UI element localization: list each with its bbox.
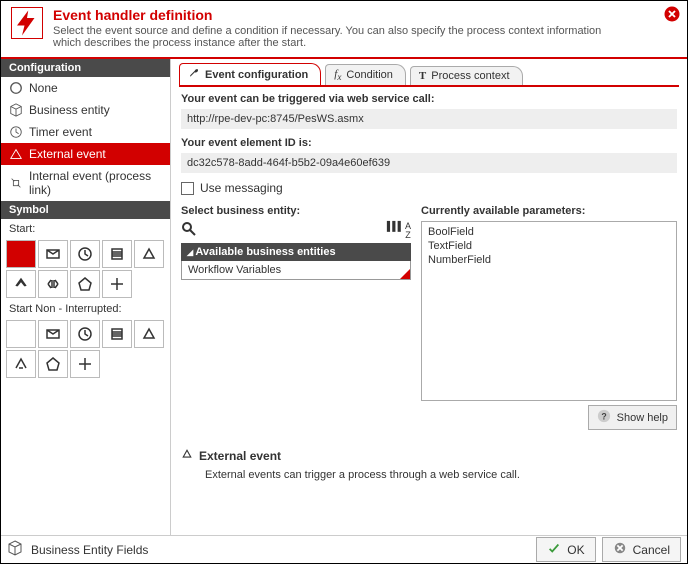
use-messaging-checkbox[interactable] (181, 182, 194, 195)
sidebar-item-label: Internal event (process link) (29, 169, 162, 197)
tab-bar: Event configuration fx Condition T Proce… (179, 63, 679, 87)
sidebar-item-label: Timer event (29, 125, 92, 139)
symbol-signal[interactable] (134, 240, 164, 268)
param-item[interactable]: BoolField (428, 226, 670, 238)
symbol-escalation[interactable] (102, 270, 132, 298)
show-help-button[interactable]: ? Show help (588, 405, 677, 430)
symbol-ni-conditional[interactable] (102, 320, 132, 348)
symbol-ni-plain[interactable] (6, 320, 36, 348)
entity-item-workflow-variables[interactable]: Workflow Variables (181, 261, 411, 280)
search-icon[interactable] (181, 221, 197, 240)
param-item[interactable]: NumberField (428, 254, 670, 266)
sidebar-item-label: Business entity (29, 103, 110, 117)
start-non-interrupted-label: Start Non - Interrupted: (1, 299, 170, 319)
footer-left-label[interactable]: Business Entity Fields (31, 543, 148, 557)
symbol-ni-signal[interactable] (134, 320, 164, 348)
sidebar-item-timer-event[interactable]: Timer event (1, 121, 170, 143)
symbol-ni-message[interactable] (38, 320, 68, 348)
tab-label: Process context (431, 70, 509, 82)
use-messaging-row[interactable]: Use messaging (181, 181, 677, 195)
symbol-timer[interactable] (70, 240, 100, 268)
fx-icon: fx (334, 68, 341, 82)
triangle-icon (9, 147, 23, 161)
ok-label: OK (567, 543, 584, 557)
ok-button[interactable]: OK (536, 537, 595, 562)
az-filter-icon[interactable]: AZ (405, 222, 411, 240)
param-item[interactable]: TextField (428, 240, 670, 252)
svg-text:?: ? (601, 412, 606, 422)
dialog-title: Event handler definition (53, 7, 677, 23)
params-listbox[interactable]: BoolField TextField NumberField (421, 221, 677, 401)
cancel-icon (613, 541, 627, 558)
triangle-icon (181, 448, 193, 463)
params-label: Currently available parameters: (421, 205, 677, 217)
help-icon: ? (597, 409, 611, 426)
section-symbol: Symbol (1, 201, 170, 219)
cube-icon (7, 540, 23, 559)
close-icon[interactable] (663, 5, 681, 23)
symbol-grid-start (1, 239, 170, 299)
symbol-conditional[interactable] (102, 240, 132, 268)
sidebar-item-label: External event (29, 147, 106, 161)
tab-label: Event configuration (205, 69, 308, 81)
sidebar-item-none[interactable]: None (1, 77, 170, 99)
tab-condition[interactable]: fx Condition (325, 64, 406, 85)
sidebar-item-business-entity[interactable]: Business entity (1, 99, 170, 121)
cancel-button[interactable]: Cancel (602, 537, 681, 562)
symbol-message[interactable] (38, 240, 68, 268)
start-label: Start: (1, 219, 170, 239)
event-id-field[interactable]: dc32c578-8add-464f-b5b2-09a4e60ef639 (181, 153, 677, 173)
sidebar-item-label: None (29, 81, 58, 95)
symbol-ni-timer[interactable] (70, 320, 100, 348)
sidebar-item-external-event[interactable]: External event (1, 143, 170, 165)
select-entity-label: Select business entity: (181, 205, 411, 217)
symbol-plain[interactable] (6, 240, 36, 268)
ws-url-field[interactable]: http://rpe-dev-pc:8745/PesWS.asmx (181, 109, 677, 129)
id-label: Your event element ID is: (181, 137, 677, 149)
info-text: External events can trigger a process th… (205, 469, 677, 481)
symbol-multiple[interactable] (70, 270, 100, 298)
tab-event-configuration[interactable]: Event configuration (179, 63, 321, 85)
barcode-icon[interactable]: ▌▌▌ (387, 222, 403, 240)
filter-icons[interactable]: ▌▌▌ AZ (387, 222, 411, 240)
cancel-label: Cancel (633, 543, 670, 557)
wrench-icon (188, 67, 200, 82)
info-title: External event (181, 448, 677, 463)
dialog-subtitle: Select the event source and define a con… (53, 25, 613, 49)
symbol-ni-start-a[interactable] (6, 350, 36, 378)
available-entities-header[interactable]: Available business entities (181, 243, 411, 261)
check-icon (547, 541, 561, 558)
tab-label: Condition (346, 69, 392, 81)
symbol-grid-non-int (1, 319, 170, 379)
circle-icon (9, 81, 23, 95)
event-bolt-icon (11, 7, 43, 39)
section-configuration: Configuration (1, 59, 170, 77)
symbol-multiple-start[interactable] (6, 270, 36, 298)
symbol-parallel-multiple[interactable] (38, 270, 68, 298)
symbol-ni-escalation[interactable] (70, 350, 100, 378)
clock-icon (9, 125, 23, 139)
show-help-label: Show help (617, 412, 668, 424)
symbol-ni-multiple[interactable] (38, 350, 68, 378)
use-messaging-label: Use messaging (200, 181, 283, 195)
cube-icon (9, 103, 23, 117)
link-icon (9, 176, 23, 190)
tab-process-context[interactable]: T Process context (410, 66, 523, 85)
ws-label: Your event can be triggered via web serv… (181, 93, 677, 105)
sidebar-item-internal-event[interactable]: Internal event (process link) (1, 165, 170, 201)
text-icon: T (419, 70, 426, 82)
sidebar: Configuration None Business entity Timer… (1, 59, 171, 535)
